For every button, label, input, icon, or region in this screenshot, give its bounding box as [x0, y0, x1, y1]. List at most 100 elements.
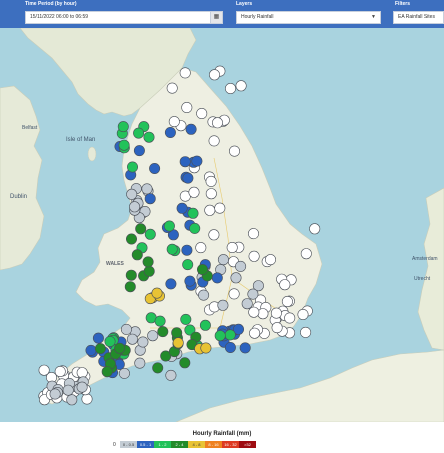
- station-marker[interactable]: [152, 362, 164, 374]
- station-marker[interactable]: [214, 330, 226, 342]
- station-marker[interactable]: [224, 341, 236, 353]
- station-marker[interactable]: [181, 102, 193, 114]
- station-marker[interactable]: [179, 156, 191, 168]
- station-marker[interactable]: [165, 278, 177, 290]
- station-marker[interactable]: [172, 337, 184, 349]
- station-marker[interactable]: [297, 308, 309, 320]
- station-marker[interactable]: [198, 289, 210, 301]
- station-marker[interactable]: [187, 207, 199, 219]
- station-marker[interactable]: [76, 381, 88, 393]
- station-marker[interactable]: [199, 319, 211, 331]
- station-marker[interactable]: [133, 145, 145, 157]
- station-marker[interactable]: [270, 307, 282, 319]
- station-marker[interactable]: [217, 299, 229, 311]
- station-marker[interactable]: [214, 202, 226, 214]
- station-marker[interactable]: [143, 131, 155, 143]
- station-marker[interactable]: [49, 388, 61, 400]
- station-marker[interactable]: [76, 367, 88, 379]
- station-marker[interactable]: [300, 326, 312, 338]
- station-marker[interactable]: [85, 344, 97, 356]
- station-marker[interactable]: [66, 394, 78, 406]
- station-marker[interactable]: [230, 272, 242, 284]
- station-marker[interactable]: [228, 288, 240, 300]
- station-marker[interactable]: [141, 183, 153, 195]
- station-marker[interactable]: [168, 116, 180, 128]
- station-marker[interactable]: [129, 201, 141, 213]
- station-marker[interactable]: [144, 228, 156, 240]
- station-marker[interactable]: [229, 145, 241, 157]
- station-marker[interactable]: [157, 326, 169, 338]
- station-marker[interactable]: [225, 82, 237, 94]
- station-marker[interactable]: [154, 315, 166, 327]
- station-marker[interactable]: [281, 295, 293, 307]
- station-marker[interactable]: [247, 288, 259, 300]
- station-marker[interactable]: [211, 272, 223, 284]
- station-marker[interactable]: [127, 161, 139, 173]
- station-marker[interactable]: [176, 202, 188, 214]
- station-marker[interactable]: [182, 172, 194, 184]
- station-marker[interactable]: [224, 329, 236, 341]
- station-marker[interactable]: [54, 365, 66, 377]
- station-marker[interactable]: [101, 366, 113, 378]
- station-marker[interactable]: [134, 357, 146, 369]
- station-marker[interactable]: [309, 223, 321, 235]
- station-marker[interactable]: [195, 242, 207, 254]
- station-marker[interactable]: [126, 333, 138, 345]
- station-marker[interactable]: [182, 259, 194, 271]
- station-marker[interactable]: [125, 269, 137, 281]
- station-marker[interactable]: [248, 306, 260, 318]
- station-marker[interactable]: [171, 327, 183, 339]
- station-marker[interactable]: [185, 123, 197, 135]
- station-marker[interactable]: [124, 281, 136, 293]
- station-marker[interactable]: [235, 260, 247, 272]
- station-marker[interactable]: [179, 67, 191, 79]
- station-marker[interactable]: [271, 322, 283, 334]
- station-marker[interactable]: [118, 367, 130, 379]
- station-marker[interactable]: [189, 222, 201, 234]
- station-marker[interactable]: [120, 323, 132, 335]
- station-marker[interactable]: [248, 228, 260, 240]
- station-marker[interactable]: [166, 243, 178, 255]
- station-marker[interactable]: [241, 298, 253, 310]
- station-marker[interactable]: [117, 121, 129, 133]
- station-marker[interactable]: [208, 229, 220, 241]
- station-marker[interactable]: [235, 80, 247, 92]
- station-marker[interactable]: [181, 244, 193, 256]
- station-marker[interactable]: [62, 384, 74, 396]
- station-marker[interactable]: [81, 393, 93, 405]
- station-marker[interactable]: [94, 343, 106, 355]
- station-marker[interactable]: [300, 248, 312, 260]
- station-marker[interactable]: [135, 223, 147, 235]
- station-marker[interactable]: [249, 327, 261, 339]
- station-marker[interactable]: [188, 186, 200, 198]
- station-marker[interactable]: [151, 287, 163, 299]
- station-marker[interactable]: [165, 369, 177, 381]
- station-marker[interactable]: [226, 242, 238, 254]
- station-marker[interactable]: [257, 308, 269, 320]
- station-marker[interactable]: [126, 188, 138, 200]
- station-marker[interactable]: [142, 256, 154, 268]
- station-marker[interactable]: [149, 163, 161, 175]
- station-marker[interactable]: [204, 204, 216, 216]
- filters-select[interactable]: EA Rainfall Sites: [393, 11, 444, 24]
- station-marker[interactable]: [147, 330, 159, 342]
- station-marker[interactable]: [166, 82, 178, 94]
- station-marker[interactable]: [163, 220, 175, 232]
- station-marker[interactable]: [284, 312, 296, 324]
- station-marker[interactable]: [38, 364, 50, 376]
- station-marker[interactable]: [126, 233, 138, 245]
- time-period-input[interactable]: 15/11/2022 06:00 to 06:59 ▦: [25, 11, 223, 24]
- map-canvas[interactable]: Isle of Man Belfast Dublin WALES Amsterd…: [0, 28, 444, 422]
- station-marker[interactable]: [200, 342, 212, 354]
- station-marker[interactable]: [114, 342, 126, 354]
- station-marker[interactable]: [104, 335, 116, 347]
- station-marker[interactable]: [264, 254, 276, 266]
- station-marker[interactable]: [208, 135, 220, 147]
- station-marker[interactable]: [205, 188, 217, 200]
- station-marker[interactable]: [118, 139, 130, 151]
- station-marker[interactable]: [143, 265, 155, 277]
- station-marker[interactable]: [279, 279, 291, 291]
- station-marker[interactable]: [144, 193, 156, 205]
- station-marker[interactable]: [164, 127, 176, 139]
- station-marker[interactable]: [133, 127, 145, 139]
